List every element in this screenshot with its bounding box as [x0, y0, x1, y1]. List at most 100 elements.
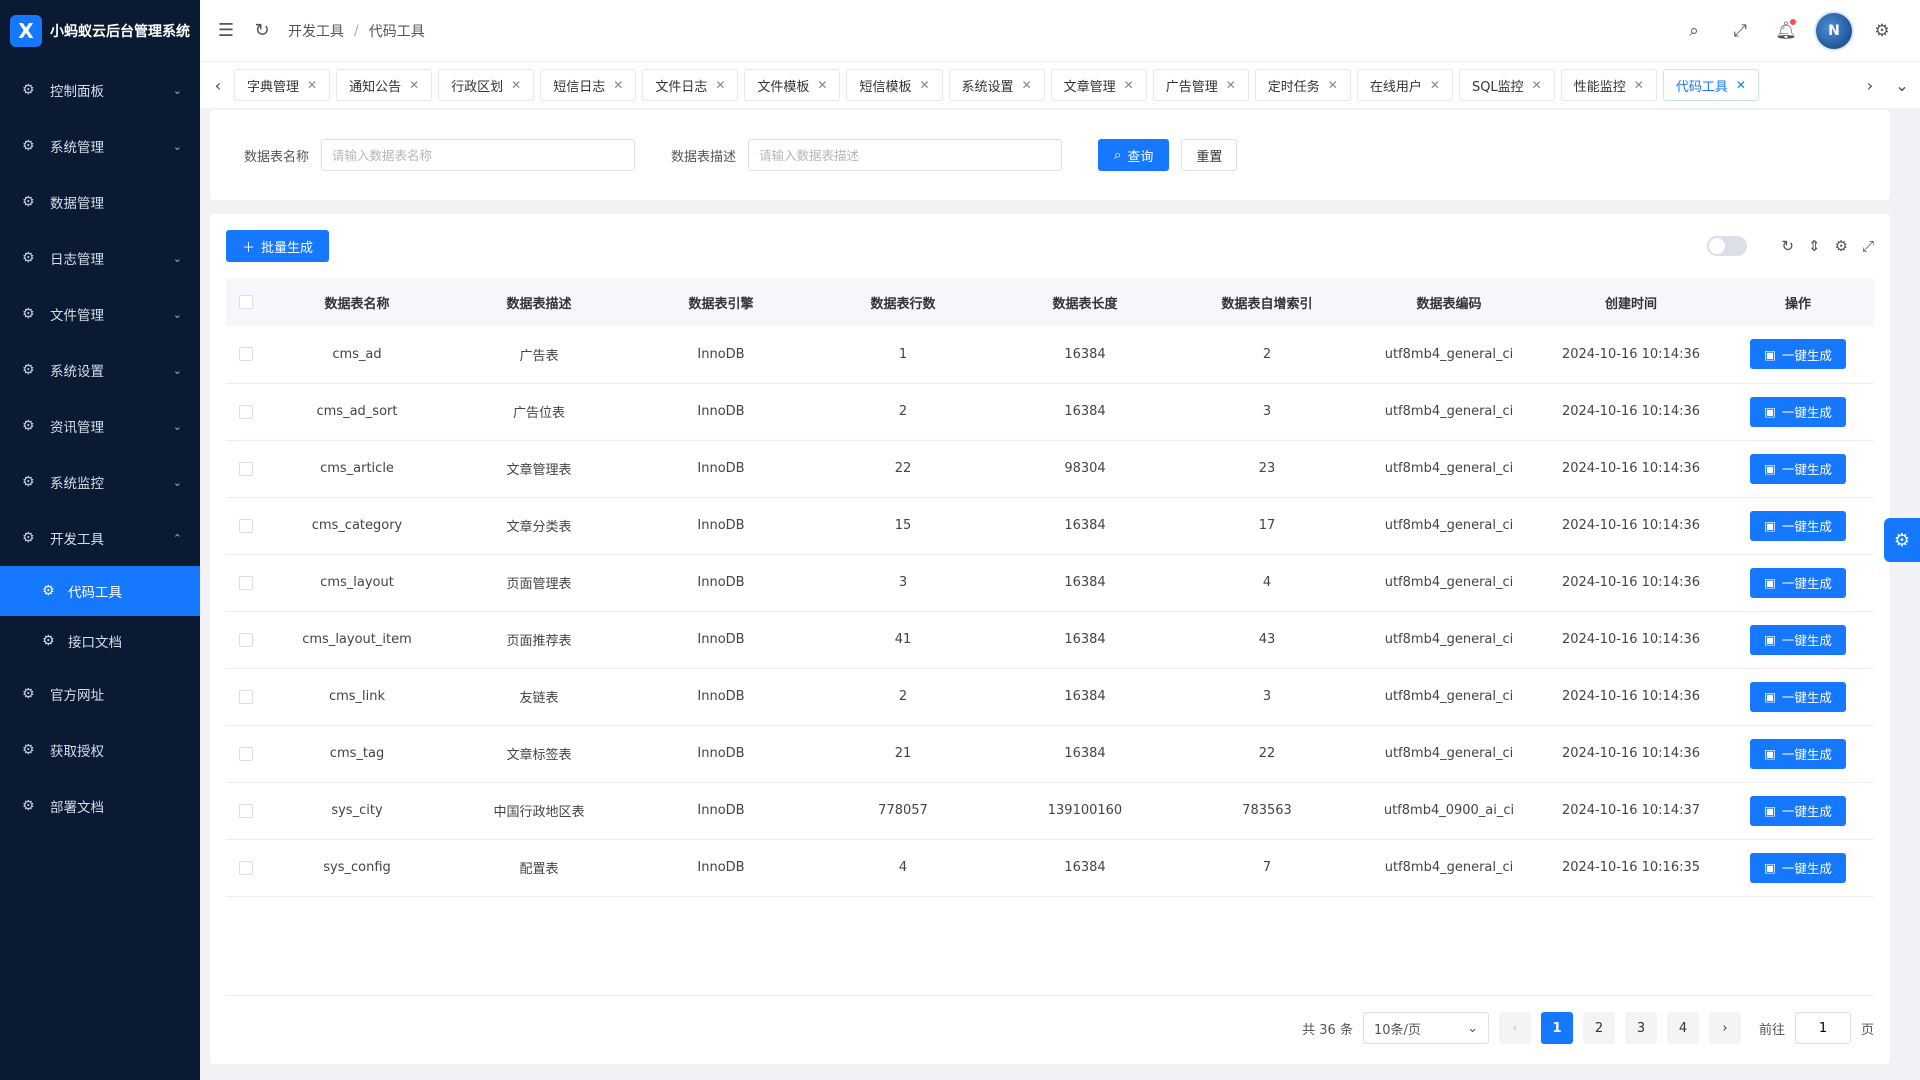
tabs-next-icon[interactable]: ›	[1858, 76, 1882, 95]
tab[interactable]: 性能监控 ✕	[1560, 69, 1657, 101]
page-button[interactable]: 2	[1582, 1012, 1615, 1044]
menu-collapse-icon[interactable]: ☰	[208, 13, 244, 49]
refresh-icon[interactable]: ↻	[244, 13, 280, 49]
tab[interactable]: 文章管理 ✕	[1050, 69, 1147, 101]
fullscreen-icon[interactable]: ⤢	[1722, 13, 1758, 49]
generate-button[interactable]: ▣ 一键生成	[1750, 453, 1846, 484]
avatar[interactable]: N	[1814, 10, 1854, 51]
row-checkbox-cell[interactable]	[226, 668, 266, 726]
sidebar-subitem[interactable]: ⚙ 代码工具	[0, 566, 200, 616]
bell-icon[interactable]: 🔔︎	[1768, 13, 1804, 49]
sidebar-item[interactable]: ⚙ 系统管理 ⌄	[0, 118, 200, 174]
logo[interactable]: X 小蚂蚁云后台管理系统	[0, 0, 200, 62]
row-checkbox[interactable]	[239, 860, 253, 875]
generate-button[interactable]: ▣ 一键生成	[1750, 852, 1846, 883]
toggle-switch[interactable]	[1707, 236, 1748, 256]
generate-button[interactable]: ▣ 一键生成	[1750, 510, 1846, 541]
query-button[interactable]: ⌕ 查询	[1098, 139, 1170, 171]
generate-button[interactable]: ▣ 一键生成	[1750, 339, 1846, 370]
generate-button[interactable]: ▣ 一键生成	[1750, 681, 1846, 712]
close-icon[interactable]: ✕	[1430, 78, 1440, 92]
tabs-dropdown-icon[interactable]: ⌄	[1890, 76, 1914, 95]
next-page-button[interactable]: ›	[1708, 1012, 1741, 1044]
batch-generate-button[interactable]: ＋ 批量生成	[226, 230, 330, 262]
sidebar-item[interactable]: ⚙ 开发工具 ⌃	[0, 510, 200, 566]
page-button[interactable]: 3	[1624, 1012, 1657, 1044]
table-name-input[interactable]	[321, 139, 636, 171]
tab[interactable]: 广告管理 ✕	[1152, 69, 1249, 101]
tab[interactable]: 字典管理 ✕	[234, 69, 331, 101]
close-icon[interactable]: ✕	[511, 78, 521, 92]
floating-settings-icon[interactable]: ⚙	[1884, 518, 1920, 562]
sidebar-item[interactable]: ⚙ 控制面板 ⌄	[0, 62, 200, 118]
table-desc-input[interactable]	[748, 139, 1063, 171]
row-checkbox[interactable]	[239, 404, 253, 419]
close-icon[interactable]: ✕	[613, 78, 623, 92]
tab[interactable]: 文件模板 ✕	[744, 69, 841, 101]
tab[interactable]: 文件日志 ✕	[642, 69, 739, 101]
page-button[interactable]: 4	[1666, 1012, 1699, 1044]
sidebar-item[interactable]: ⚙ 数据管理	[0, 174, 200, 230]
sidebar-item[interactable]: ⚙ 资讯管理 ⌄	[0, 398, 200, 454]
sidebar-item[interactable]: ⚙ 系统监控 ⌄	[0, 454, 200, 510]
sidebar-item[interactable]: ⚙ 部署文档	[0, 778, 200, 834]
column-height-icon[interactable]: ⇕	[1808, 237, 1821, 255]
close-icon[interactable]: ✕	[715, 78, 725, 92]
close-icon[interactable]: ✕	[409, 78, 419, 92]
sidebar-item[interactable]: ⚙ 日志管理 ⌄	[0, 230, 200, 286]
row-checkbox[interactable]	[239, 803, 253, 818]
row-checkbox-cell[interactable]	[226, 839, 266, 897]
row-checkbox[interactable]	[239, 746, 253, 761]
fullscreen-icon[interactable]: ⤢	[1862, 237, 1874, 255]
select-all-checkbox-cell[interactable]	[226, 278, 266, 326]
row-checkbox-cell[interactable]	[226, 611, 266, 669]
row-checkbox[interactable]	[239, 689, 253, 704]
close-icon[interactable]: ✕	[1736, 78, 1746, 92]
close-icon[interactable]: ✕	[1634, 78, 1644, 92]
close-icon[interactable]: ✕	[307, 78, 317, 92]
reset-button[interactable]: 重置	[1181, 139, 1238, 171]
gear-icon[interactable]: ⚙	[1864, 13, 1900, 49]
tab[interactable]: 行政区划 ✕	[438, 69, 535, 101]
breadcrumb-item[interactable]: 开发工具	[288, 21, 344, 41]
row-checkbox[interactable]	[239, 518, 253, 533]
close-icon[interactable]: ✕	[1226, 78, 1236, 92]
row-checkbox-cell[interactable]	[226, 497, 266, 555]
tab[interactable]: 在线用户 ✕	[1356, 69, 1453, 101]
row-checkbox-cell[interactable]	[226, 554, 266, 612]
close-icon[interactable]: ✕	[1328, 78, 1338, 92]
page-size-select[interactable]: 10条/页 ⌄	[1362, 1012, 1489, 1044]
prev-page-button[interactable]: ‹	[1498, 1012, 1531, 1044]
generate-button[interactable]: ▣ 一键生成	[1750, 795, 1846, 826]
row-checkbox[interactable]	[239, 632, 253, 647]
close-icon[interactable]: ✕	[1124, 78, 1134, 92]
refresh-icon[interactable]: ↻	[1781, 237, 1794, 255]
tab[interactable]: 代码工具 ✕	[1662, 69, 1759, 101]
sidebar-item[interactable]: ⚙ 获取授权	[0, 722, 200, 778]
sidebar-item[interactable]: ⚙ 系统设置 ⌄	[0, 342, 200, 398]
page-button[interactable]: 1	[1540, 1012, 1573, 1044]
close-icon[interactable]: ✕	[817, 78, 827, 92]
generate-button[interactable]: ▣ 一键生成	[1750, 396, 1846, 427]
close-icon[interactable]: ✕	[1022, 78, 1032, 92]
close-icon[interactable]: ✕	[919, 78, 929, 92]
sidebar-item[interactable]: ⚙ 文件管理 ⌄	[0, 286, 200, 342]
tab[interactable]: 短信模板 ✕	[846, 69, 943, 101]
goto-page-input[interactable]	[1794, 1012, 1851, 1044]
tab[interactable]: 定时任务 ✕	[1254, 69, 1351, 101]
row-checkbox-cell[interactable]	[226, 326, 266, 384]
row-checkbox-cell[interactable]	[226, 440, 266, 498]
row-checkbox[interactable]	[239, 461, 253, 476]
row-checkbox-cell[interactable]	[226, 725, 266, 783]
row-checkbox-cell[interactable]	[226, 782, 266, 840]
select-all-checkbox[interactable]	[239, 295, 253, 309]
generate-button[interactable]: ▣ 一键生成	[1750, 624, 1846, 655]
tabs-prev-icon[interactable]: ‹	[206, 76, 230, 95]
settings-icon[interactable]: ⚙	[1835, 237, 1848, 255]
tab[interactable]: 通知公告 ✕	[336, 69, 433, 101]
sidebar-item[interactable]: ⚙ 官方网址	[0, 666, 200, 722]
tab[interactable]: SQL监控 ✕	[1458, 69, 1555, 101]
row-checkbox[interactable]	[239, 347, 253, 362]
tab[interactable]: 短信日志 ✕	[540, 69, 637, 101]
row-checkbox[interactable]	[239, 575, 253, 590]
